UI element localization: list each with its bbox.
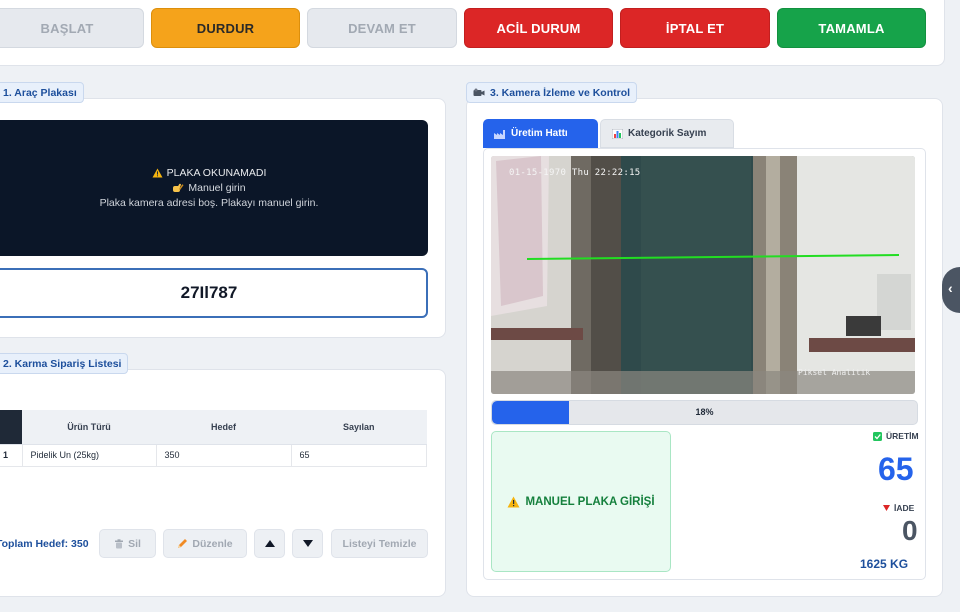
- hand-write-icon: [172, 183, 184, 193]
- plate-warning-text: PLAKA OKUNAMADI: [166, 167, 267, 179]
- bar-chart-icon: [612, 128, 623, 139]
- order-table: Ürün Türü Hedef Sayılan 1 Pidelik Un (25…: [0, 410, 427, 467]
- manual-plate-entry-button[interactable]: MANUEL PLAKA GİRİŞİ: [491, 431, 671, 572]
- triangle-up-icon: [264, 540, 275, 547]
- manual-plate-entry-label: MANUEL PLAKA GİRİŞİ: [525, 495, 655, 508]
- factory-icon: [494, 129, 506, 139]
- tab-categorical-count[interactable]: Kategorik Sayım: [600, 119, 734, 148]
- table-header-target: Hedef: [156, 410, 291, 445]
- plate-section-title: 1. Araç Plakası: [0, 82, 84, 103]
- tab-categorical-count-label: Kategorik Sayım: [628, 128, 707, 139]
- return-label-text: İADE: [894, 503, 915, 513]
- table-header-counted: Sayılan: [291, 410, 427, 445]
- pencil-icon: [177, 538, 188, 549]
- total-weight: 1625 KG: [860, 557, 909, 571]
- tab-production-line-label: Üretim Hattı: [511, 128, 568, 139]
- production-label-text: ÜRETİM: [886, 431, 919, 441]
- row-index: 1: [0, 444, 23, 467]
- cancel-button[interactable]: İPTAL ET: [620, 8, 770, 48]
- total-target-label: Toplam Hedef: 350: [0, 538, 89, 550]
- complete-button[interactable]: TAMAMLA: [777, 8, 926, 48]
- camera-section-title-tag: 3. Kamera İzleme ve Kontrol: [466, 82, 638, 103]
- plate-input[interactable]: 27Il787: [0, 268, 428, 318]
- production-count: 65: [878, 451, 914, 487]
- table-row[interactable]: 1 Pidelik Un (25kg) 350 65: [0, 444, 427, 467]
- table-header-product: Ürün Türü: [22, 410, 156, 445]
- camera-watermark: Piksel Analitik: [798, 368, 871, 377]
- row-product: Pidelik Un (25kg): [22, 444, 157, 467]
- delete-button-label: Sil: [128, 537, 141, 550]
- row-target: 350: [156, 444, 292, 467]
- red-down-arrow-icon: [883, 505, 890, 511]
- warning-icon: [152, 168, 163, 178]
- edit-button-label: Düzenle: [192, 537, 233, 550]
- camera-section-title: 3. Kamera İzleme ve Kontrol: [490, 86, 631, 99]
- stop-button[interactable]: DURDUR: [151, 8, 300, 48]
- camera-timestamp: 01-15-1970 Thu 22:22:15: [509, 168, 641, 178]
- camera-feed: 01-15-1970 Thu 22:22:15 Piksel Analitik: [491, 156, 915, 394]
- move-down-button[interactable]: [292, 529, 323, 558]
- return-stat-label: İADE: [883, 503, 914, 513]
- delete-button[interactable]: Sil: [99, 529, 156, 558]
- production-stat-label: ÜRETİM: [873, 431, 919, 441]
- trash-icon: [114, 538, 124, 549]
- start-button[interactable]: BAŞLAT: [0, 8, 144, 48]
- emergency-button[interactable]: ACİL DURUM: [464, 8, 613, 48]
- clear-list-button[interactable]: Listeyi Temizle: [331, 529, 428, 558]
- plate-reader-display: PLAKA OKUNAMADI Manuel girin Plaka kamer…: [0, 120, 428, 256]
- checkbox-icon: [873, 431, 882, 441]
- table-index-header: [0, 410, 22, 445]
- triangle-down-icon: [302, 540, 313, 547]
- warning-icon: [507, 496, 520, 508]
- row-counted: 65: [291, 444, 427, 467]
- plate-info-text: Plaka kamera adresi boş. Plakayı manuel …: [99, 197, 319, 209]
- order-section-title: 2. Karma Sipariş Listesi: [0, 353, 129, 374]
- side-panel-toggle[interactable]: ‹: [942, 267, 960, 313]
- tab-production-line[interactable]: Üretim Hattı: [483, 119, 598, 148]
- order-panel: [0, 369, 446, 597]
- production-progress-bar: 18%: [491, 400, 918, 425]
- return-count: 0: [902, 515, 918, 546]
- camera-scene: [491, 156, 915, 394]
- resume-button[interactable]: DEVAM ET: [307, 8, 457, 48]
- chevron-left-icon: ‹: [948, 280, 953, 296]
- progress-label: 18%: [695, 407, 714, 417]
- edit-button[interactable]: Düzenle: [163, 529, 247, 558]
- camera-icon: [473, 88, 485, 97]
- plate-manual-text: Manuel girin: [188, 182, 246, 194]
- move-up-button[interactable]: [254, 529, 285, 558]
